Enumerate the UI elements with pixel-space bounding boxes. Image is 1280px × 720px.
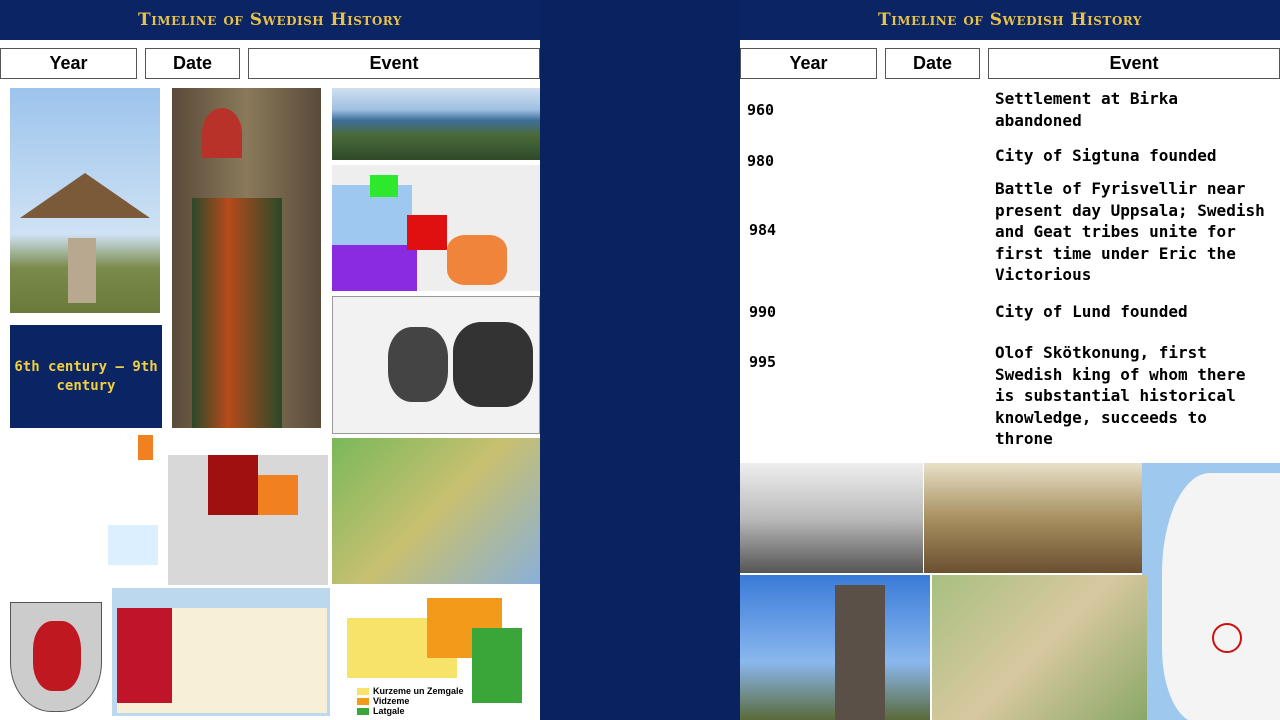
header-event: Event <box>988 48 1280 79</box>
row-year: 960 <box>747 101 775 119</box>
header-date: Date <box>885 48 980 79</box>
header-year: Year <box>740 48 877 79</box>
header-year: Year <box>0 48 137 79</box>
row-event: Settlement at Birka abandoned <box>995 89 1179 130</box>
viking-expansion-map <box>108 435 330 585</box>
row-event: Olof Skötkonung, first Swedish king of w… <box>995 343 1246 448</box>
latvia-region-map <box>112 588 330 716</box>
row-year: 990 <box>749 303 777 321</box>
landscape-photo <box>332 88 540 160</box>
row-event: City of Sigtuna founded <box>995 146 1217 165</box>
trade-map <box>332 165 540 291</box>
left-slide: Timeline of Swedish History Year Date Ev… <box>0 0 540 720</box>
legend-label: Vidzeme <box>373 696 410 706</box>
engraving-image <box>740 463 923 573</box>
runestone-pavilion-photo <box>10 88 160 313</box>
legend-label: Kurzeme un Zemgale <box>373 686 464 696</box>
lion-coat-of-arms <box>10 602 102 712</box>
row-year: 995 <box>749 353 777 371</box>
row-year: 980 <box>747 152 775 170</box>
lund-city-map <box>932 575 1147 720</box>
map-legend: Kurzeme un Zemgale Vidzeme Latgale <box>357 686 464 716</box>
header-event: Event <box>248 48 540 79</box>
slide-title: Timeline of Swedish History <box>740 0 1280 40</box>
row-event: City of Lund founded <box>995 302 1188 321</box>
row-year: 984 <box>749 221 777 239</box>
right-slide: Timeline of Swedish History Year Date Ev… <box>740 0 1280 720</box>
trade-routes-map <box>332 438 540 584</box>
legend-label: Latgale <box>373 706 405 716</box>
scandinavia-map <box>1142 463 1280 720</box>
row-event: Battle of Fyrisvellir near present day U… <box>995 179 1265 284</box>
battle-painting <box>924 463 1142 573</box>
slide-title: Timeline of Swedish History <box>0 0 540 40</box>
century-label: 6th century – 9th century <box>10 325 162 428</box>
old-engraved-map <box>332 296 540 434</box>
header-date: Date <box>145 48 240 79</box>
lund-cathedral-photo <box>740 575 930 720</box>
bishop-painting <box>172 88 321 428</box>
latvia-regions-map: Kurzeme un Zemgale Vidzeme Latgale <box>332 588 540 720</box>
